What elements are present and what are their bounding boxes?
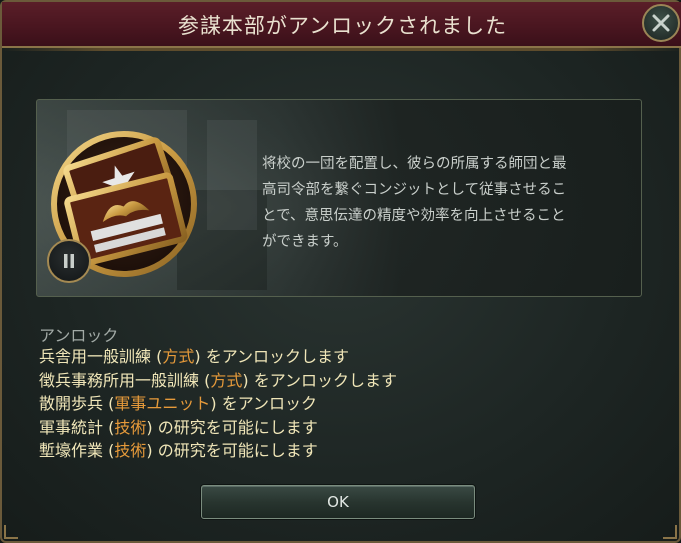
pause-icon: [64, 254, 74, 268]
unlock-item: 散開歩兵 (軍事ユニット) をアンロック: [39, 394, 318, 413]
unlock-description: 将校の一団を配置し、彼らの所属する師団と最 高司令部を繋ぐコンジットとして従事さ…: [262, 156, 567, 250]
title-bar: 参謀本部がアンロックされました: [2, 2, 681, 51]
frame-corner: [663, 525, 677, 539]
frame-corner: [4, 525, 18, 539]
unlock-item-link[interactable]: 方式: [162, 347, 194, 366]
unlock-item: 兵舎用一般訓練 (方式) をアンロックします: [39, 347, 350, 366]
ok-button[interactable]: OK: [201, 485, 475, 519]
unlock-item: 徴兵事務所用一般訓練 (方式) をアンロックします: [39, 370, 398, 390]
unlock-item-link[interactable]: 技術: [114, 441, 146, 460]
unlock-item-link[interactable]: 技術: [114, 418, 146, 437]
unlock-item-link[interactable]: 方式: [210, 371, 242, 390]
unlock-item: 塹壕作業 (技術) の研究を可能にします: [39, 441, 318, 460]
unlock-dialog: 参謀本部がアンロックされました 将校の一団を配置し、彼らの所属する師団と最 高司…: [0, 0, 681, 543]
unlocks-list: 兵舎用一般訓練 (方式) をアンロックします 徴兵事務所用一般訓練 (方式) を…: [39, 345, 397, 463]
unlock-item-link[interactable]: 軍事ユニット: [114, 394, 210, 413]
pause-button[interactable]: [47, 239, 91, 283]
close-icon: [652, 14, 670, 32]
unlocks-header: アンロック: [39, 326, 119, 345]
close-button[interactable]: [642, 4, 680, 42]
unlock-item: 軍事統計 (技術) の研究を可能にします: [39, 417, 318, 437]
dialog-title: 参謀本部がアンロックされました: [177, 14, 508, 38]
